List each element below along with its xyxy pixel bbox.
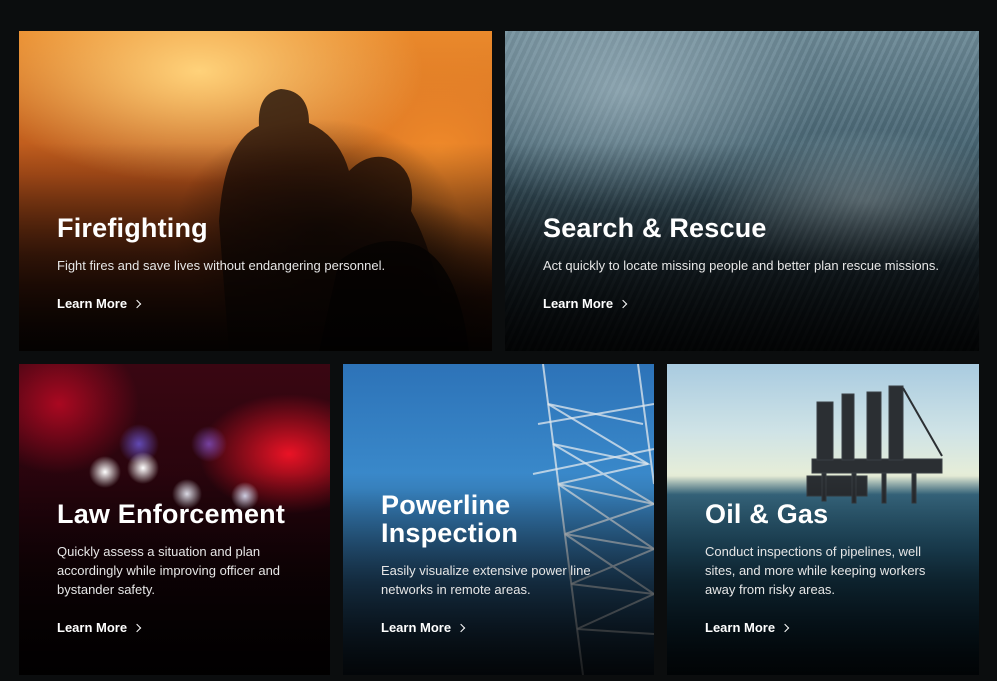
card-title: Oil & Gas	[705, 499, 829, 529]
learn-more-label: Learn More	[57, 296, 128, 311]
card-description: Conduct inspections of pipelines, well s…	[705, 544, 926, 597]
learn-more-link[interactable]: Learn More	[381, 620, 466, 635]
learn-more-label: Learn More	[543, 296, 614, 311]
card-content: Powerline Inspection Easily visualize ex…	[381, 491, 624, 637]
card-content: Oil & Gas Conduct inspections of pipelin…	[705, 500, 949, 637]
chevron-right-icon	[618, 299, 628, 309]
card-law-enforcement[interactable]: Law Enforcement Quickly assess a situati…	[19, 364, 330, 675]
card-title: Firefighting	[57, 213, 208, 243]
learn-more-label: Learn More	[705, 620, 776, 635]
card-content: Firefighting Fight fires and save lives …	[57, 214, 462, 313]
learn-more-link[interactable]: Learn More	[705, 620, 790, 635]
learn-more-link[interactable]: Learn More	[57, 620, 142, 635]
card-description: Act quickly to locate missing people and…	[543, 258, 939, 273]
card-title: Powerline Inspection	[381, 490, 519, 548]
learn-more-label: Learn More	[381, 620, 452, 635]
card-content: Search & Rescue Act quickly to locate mi…	[543, 214, 949, 313]
card-firefighting[interactable]: Firefighting Fight fires and save lives …	[19, 31, 492, 351]
card-title: Law Enforcement	[57, 499, 286, 529]
chevron-right-icon	[132, 623, 142, 633]
card-description: Easily visualize extensive power line ne…	[381, 563, 591, 597]
card-description: Fight fires and save lives without endan…	[57, 258, 386, 273]
card-title: Search & Rescue	[543, 213, 767, 243]
learn-more-link[interactable]: Learn More	[543, 296, 628, 311]
use-case-grid: Firefighting Fight fires and save lives …	[0, 0, 997, 681]
learn-more-label: Learn More	[57, 620, 128, 635]
learn-more-link[interactable]: Learn More	[57, 296, 142, 311]
chevron-right-icon	[456, 623, 466, 633]
card-search-rescue[interactable]: Search & Rescue Act quickly to locate mi…	[505, 31, 979, 351]
card-description: Quickly assess a situation and plan acco…	[57, 544, 281, 597]
chevron-right-icon	[132, 299, 142, 309]
card-powerline-inspection[interactable]: Powerline Inspection Easily visualize ex…	[343, 364, 654, 675]
card-content: Law Enforcement Quickly assess a situati…	[57, 500, 300, 637]
card-oil-gas[interactable]: Oil & Gas Conduct inspections of pipelin…	[667, 364, 979, 675]
chevron-right-icon	[780, 623, 790, 633]
